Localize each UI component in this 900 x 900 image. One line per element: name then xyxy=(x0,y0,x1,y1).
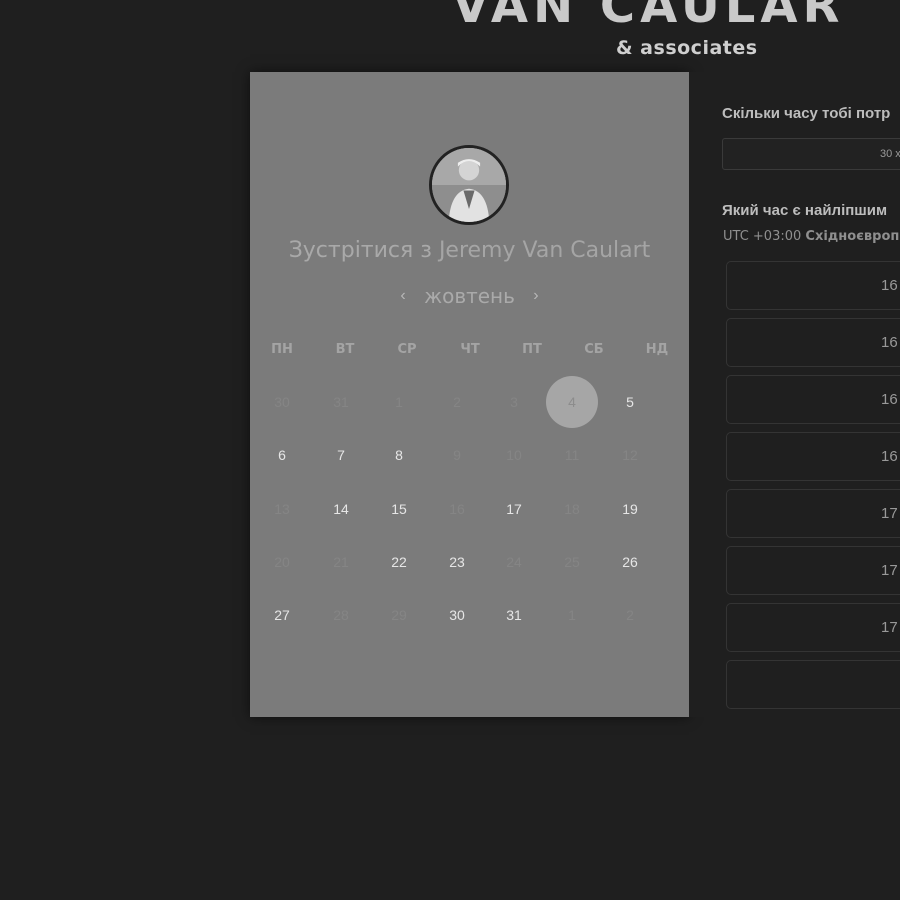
time-selection-panel: Скільки часу тобі потр 30 х Який час є н… xyxy=(689,72,900,717)
calendar-day[interactable]: 27 xyxy=(262,603,302,627)
time-slot-label: 16 xyxy=(881,391,898,408)
calendar-day: 16 xyxy=(449,501,465,517)
time-slot-button[interactable]: 17 xyxy=(726,489,900,538)
calendar-day[interactable]: 6 xyxy=(262,443,302,467)
calendar-day: 24 xyxy=(506,554,522,570)
time-question: Який час є найліпшим xyxy=(722,202,888,219)
timezone-label: UTC +03:00 Східноєвроп xyxy=(723,229,899,244)
timezone-offset: UTC +03:00 xyxy=(723,229,806,244)
calendar-day: 21 xyxy=(333,554,349,570)
calendar-day[interactable]: 5 xyxy=(610,390,650,414)
time-slot-label: 17 xyxy=(881,619,898,636)
calendar-day: 13 xyxy=(274,501,290,517)
calendar-days-grid: 30 31 1 2 3 4 5 6 7 8 9 10 11 12 13 14 15 16 17 18 19 20 21 22 2… xyxy=(250,72,689,717)
calendar-day: 31 xyxy=(333,394,349,410)
duration-select[interactable]: 30 х xyxy=(722,138,900,170)
calendar-day: 28 xyxy=(333,607,349,623)
timezone-name: Східноєвроп xyxy=(805,229,900,244)
calendar-day: 1 xyxy=(568,607,576,623)
calendar-panel: Зустрітися з Jeremy Van Caulart ‹ жовтен… xyxy=(250,72,689,717)
time-slot-button[interactable] xyxy=(726,660,900,709)
calendar-day: 20 xyxy=(274,554,290,570)
calendar-day[interactable]: 17 xyxy=(494,497,534,521)
calendar-day-selected[interactable]: 4 xyxy=(546,376,598,428)
time-slot-button[interactable]: 16 xyxy=(726,375,900,424)
calendar-day[interactable]: 7 xyxy=(321,443,361,467)
calendar-day: 30 xyxy=(274,394,290,410)
calendar-day: 2 xyxy=(453,394,461,410)
time-slot-label: 17 xyxy=(881,562,898,579)
time-slot-button[interactable]: 16 xyxy=(726,318,900,367)
time-slot-label: 17 xyxy=(881,505,898,522)
calendar-day[interactable]: 26 xyxy=(610,550,650,574)
time-slot-button[interactable]: 16 xyxy=(726,432,900,481)
calendar-day: 10 xyxy=(506,447,522,463)
calendar-day: 3 xyxy=(510,394,518,410)
calendar-day: 18 xyxy=(564,501,580,517)
calendar-day[interactable]: 15 xyxy=(379,497,419,521)
time-slot-button[interactable]: 17 xyxy=(726,603,900,652)
brand-logo-title: VAN CAULAR xyxy=(452,0,845,34)
calendar-day[interactable]: 30 xyxy=(437,603,477,627)
calendar-day[interactable]: 14 xyxy=(321,497,361,521)
time-slot-button[interactable]: 16 xyxy=(726,261,900,310)
calendar-day: 9 xyxy=(453,447,461,463)
calendar-day: 1 xyxy=(395,394,403,410)
brand-logo-subtitle: & associates xyxy=(616,37,758,59)
calendar-day[interactable]: 19 xyxy=(610,497,650,521)
calendar-day[interactable]: 23 xyxy=(437,550,477,574)
time-slot-label: 16 xyxy=(881,277,898,294)
time-slot-button[interactable]: 17 xyxy=(726,546,900,595)
calendar-day: 12 xyxy=(622,447,638,463)
calendar-day[interactable]: 31 xyxy=(494,603,534,627)
calendar-day: 11 xyxy=(564,447,580,463)
duration-value: 30 х xyxy=(880,148,900,160)
calendar-day[interactable]: 22 xyxy=(379,550,419,574)
time-slot-label: 16 xyxy=(881,334,898,351)
calendar-day: 25 xyxy=(564,554,580,570)
calendar-day: 2 xyxy=(626,607,634,623)
duration-question: Скільки часу тобі потр xyxy=(722,105,891,122)
time-slot-label: 16 xyxy=(881,448,898,465)
calendar-day[interactable]: 8 xyxy=(379,443,419,467)
calendar-day: 29 xyxy=(391,607,407,623)
